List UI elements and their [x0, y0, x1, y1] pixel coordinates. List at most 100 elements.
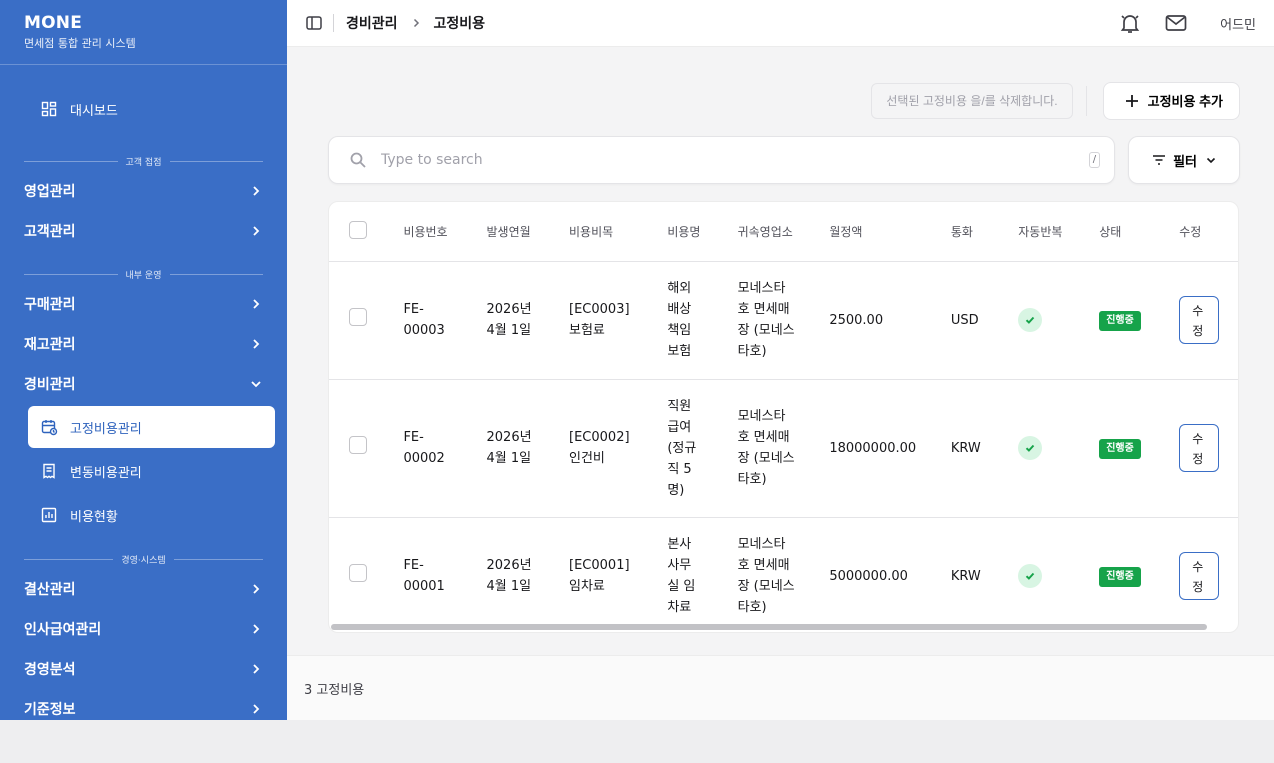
- cell-category: [EC0002] 인건비: [569, 430, 630, 466]
- sidebar-item-dashboard[interactable]: 대시보드: [28, 88, 275, 130]
- cell-category: [EC0003] 보험료: [569, 302, 630, 338]
- sidebar-item-label: 재고관리: [24, 337, 76, 353]
- horizontal-scrollbar[interactable]: [331, 624, 1207, 630]
- record-count: 3 고정비용: [304, 682, 365, 698]
- chart-icon: [40, 506, 58, 524]
- sidebar-item-label: 비용현황: [70, 509, 118, 525]
- column-header-edit: 수정: [1179, 202, 1238, 262]
- sidebar-item-master[interactable]: 기준정보: [0, 689, 287, 720]
- sidebar-item-label: 경영분석: [24, 662, 76, 678]
- status-badge: 진행중: [1099, 439, 1141, 459]
- column-header-name[interactable]: 비용명: [667, 202, 738, 262]
- chevron-down-icon: [1205, 154, 1217, 166]
- column-header-recurring[interactable]: 자동반복: [1018, 202, 1100, 262]
- chevron-right-icon: [249, 622, 263, 636]
- chevron-right-icon: [249, 662, 263, 676]
- row-checkbox[interactable]: [349, 563, 367, 582]
- sidebar-item-label: 구매관리: [24, 297, 76, 313]
- status-badge: 진행중: [1099, 567, 1141, 587]
- breadcrumb-parent[interactable]: 경비관리: [346, 13, 398, 33]
- filter-icon: [1151, 152, 1167, 168]
- table-row: FE- 00003 2026년 4월 1일 [EC0003] 보험료 해외 배상 책임 보험…: [329, 261, 1238, 380]
- topbar: 경비관리 고정비용 어드민: [287, 0, 1274, 47]
- sidebar-item-hr[interactable]: 인사급여관리: [0, 609, 287, 649]
- search-icon: [349, 151, 367, 169]
- bell-icon[interactable]: [1118, 11, 1142, 35]
- breadcrumb-current: 고정비용: [433, 16, 486, 32]
- delete-selected-button[interactable]: 선택된 고정비용 을/를 삭제합니다.: [871, 82, 1073, 119]
- sidebar-item-analysis[interactable]: 경영분석: [0, 649, 287, 689]
- user-name[interactable]: 어드민: [1220, 14, 1256, 33]
- sidebar-item-label: 대시보드: [70, 103, 118, 119]
- chevron-right-icon: [249, 702, 263, 716]
- row-checkbox[interactable]: [349, 307, 367, 326]
- sidebar-item-purchase[interactable]: 구매관리: [0, 284, 287, 324]
- table-footer: 3 고정비용: [287, 655, 1274, 720]
- cell-date: 2026년 4월 1일: [486, 302, 532, 338]
- add-button-label: 고정비용 추가: [1147, 94, 1223, 109]
- select-all-checkbox[interactable]: [349, 220, 367, 239]
- cell-currency: KRW: [950, 379, 1019, 518]
- column-header-date[interactable]: 발생연월: [486, 202, 570, 262]
- edit-button[interactable]: 수정: [1179, 296, 1220, 344]
- filter-label: 필터: [1173, 153, 1198, 169]
- cell-name: 본사 사무 실 임 차료: [667, 537, 696, 615]
- sidebar-item-inventory[interactable]: 재고관리: [0, 324, 287, 364]
- sidebar-item-label: 경비관리: [24, 377, 76, 393]
- sidebar-item-variable-cost[interactable]: 변동비용관리: [28, 450, 275, 492]
- sidebar-toggle-icon[interactable]: [305, 14, 323, 32]
- sidebar-item-settlement[interactable]: 결산관리: [0, 569, 287, 609]
- mail-icon[interactable]: [1164, 11, 1188, 35]
- cell-category: [EC0001] 임차료: [569, 558, 630, 594]
- column-header-status[interactable]: 상태: [1099, 202, 1180, 262]
- sidebar: MONE 면세점 통합 관리 시스템 대시보드 고객 접점 영업관리 고객관리 …: [0, 0, 287, 720]
- sidebar-item-fixed-cost[interactable]: 고정비용관리: [28, 406, 275, 448]
- cell-currency: KRW: [950, 517, 1019, 632]
- search-box: /: [328, 136, 1116, 184]
- column-header-category[interactable]: 비용비목: [569, 202, 668, 262]
- cell-branch: 모네스타 호 면세매 장 (모네스 타호): [737, 537, 795, 615]
- row-checkbox[interactable]: [349, 435, 367, 454]
- brand-title: MONE: [24, 13, 83, 33]
- chevron-right-icon: [249, 337, 263, 351]
- edit-button[interactable]: 수정: [1179, 424, 1220, 472]
- receipt-icon: [40, 462, 58, 480]
- check-icon: [1018, 435, 1043, 460]
- main-area: 경비관리 고정비용 어드민 선택된 고정비용 을/를 삭제합니다. 고정비용 추…: [287, 0, 1274, 720]
- chevron-right-icon: [249, 184, 263, 198]
- search-input[interactable]: [381, 152, 1089, 168]
- dashboard-icon: [40, 100, 58, 118]
- content: 선택된 고정비용 을/를 삭제합니다. 고정비용 추가 / 필터: [328, 81, 1240, 633]
- column-header-amount[interactable]: 월정액: [829, 202, 951, 262]
- fixed-cost-table: 비용번호 발생연월 비용비목 비용명 귀속영업소 월정액 통화 자동반복 상태 …: [329, 202, 1238, 632]
- cell-amount: 18000000.00: [829, 379, 951, 518]
- column-header-branch[interactable]: 귀속영업소: [737, 202, 830, 262]
- sidebar-item-label: 결산관리: [24, 582, 76, 598]
- sidebar-item-label: 인사급여관리: [24, 622, 102, 638]
- action-bar: 선택된 고정비용 을/를 삭제합니다. 고정비용 추가: [328, 81, 1240, 120]
- sidebar-item-label: 영업관리: [24, 184, 76, 200]
- brand: MONE 면세점 통합 관리 시스템: [0, 0, 287, 65]
- sidebar-item-sales[interactable]: 영업관리: [0, 171, 287, 211]
- sidebar-item-cost-status[interactable]: 비용현황: [28, 494, 275, 536]
- action-divider: [1085, 85, 1087, 116]
- chevron-right-icon: [249, 582, 263, 596]
- cell-id: FE- 00002: [403, 430, 445, 466]
- column-header-id[interactable]: 비용번호: [403, 202, 487, 262]
- add-fixed-cost-button[interactable]: 고정비용 추가: [1102, 81, 1240, 120]
- sidebar-item-expense[interactable]: 경비관리: [0, 364, 287, 404]
- table-row: FE- 00001 2026년 4월 1일 [EC0001] 임차료 본사 사무 실 임차…: [329, 517, 1238, 632]
- cell-amount: 5000000.00: [829, 517, 951, 632]
- check-icon: [1018, 307, 1043, 332]
- sidebar-item-customers[interactable]: 고객관리: [0, 211, 287, 251]
- topbar-right: 어드민: [1118, 11, 1256, 35]
- filter-button[interactable]: 필터: [1128, 136, 1240, 184]
- edit-button[interactable]: 수정: [1179, 552, 1220, 600]
- column-header-currency[interactable]: 통화: [950, 202, 1019, 262]
- cell-currency: USD: [950, 261, 1019, 380]
- calendar-icon: [40, 418, 58, 436]
- section-label-management: 경영·시스템: [24, 549, 263, 569]
- table-container: 비용번호 발생연월 비용비목 비용명 귀속영업소 월정액 통화 자동반복 상태 …: [328, 201, 1239, 633]
- cell-branch: 모네스타 호 면세매 장 (모네스 타호): [737, 409, 795, 487]
- chevron-down-icon: [249, 377, 263, 391]
